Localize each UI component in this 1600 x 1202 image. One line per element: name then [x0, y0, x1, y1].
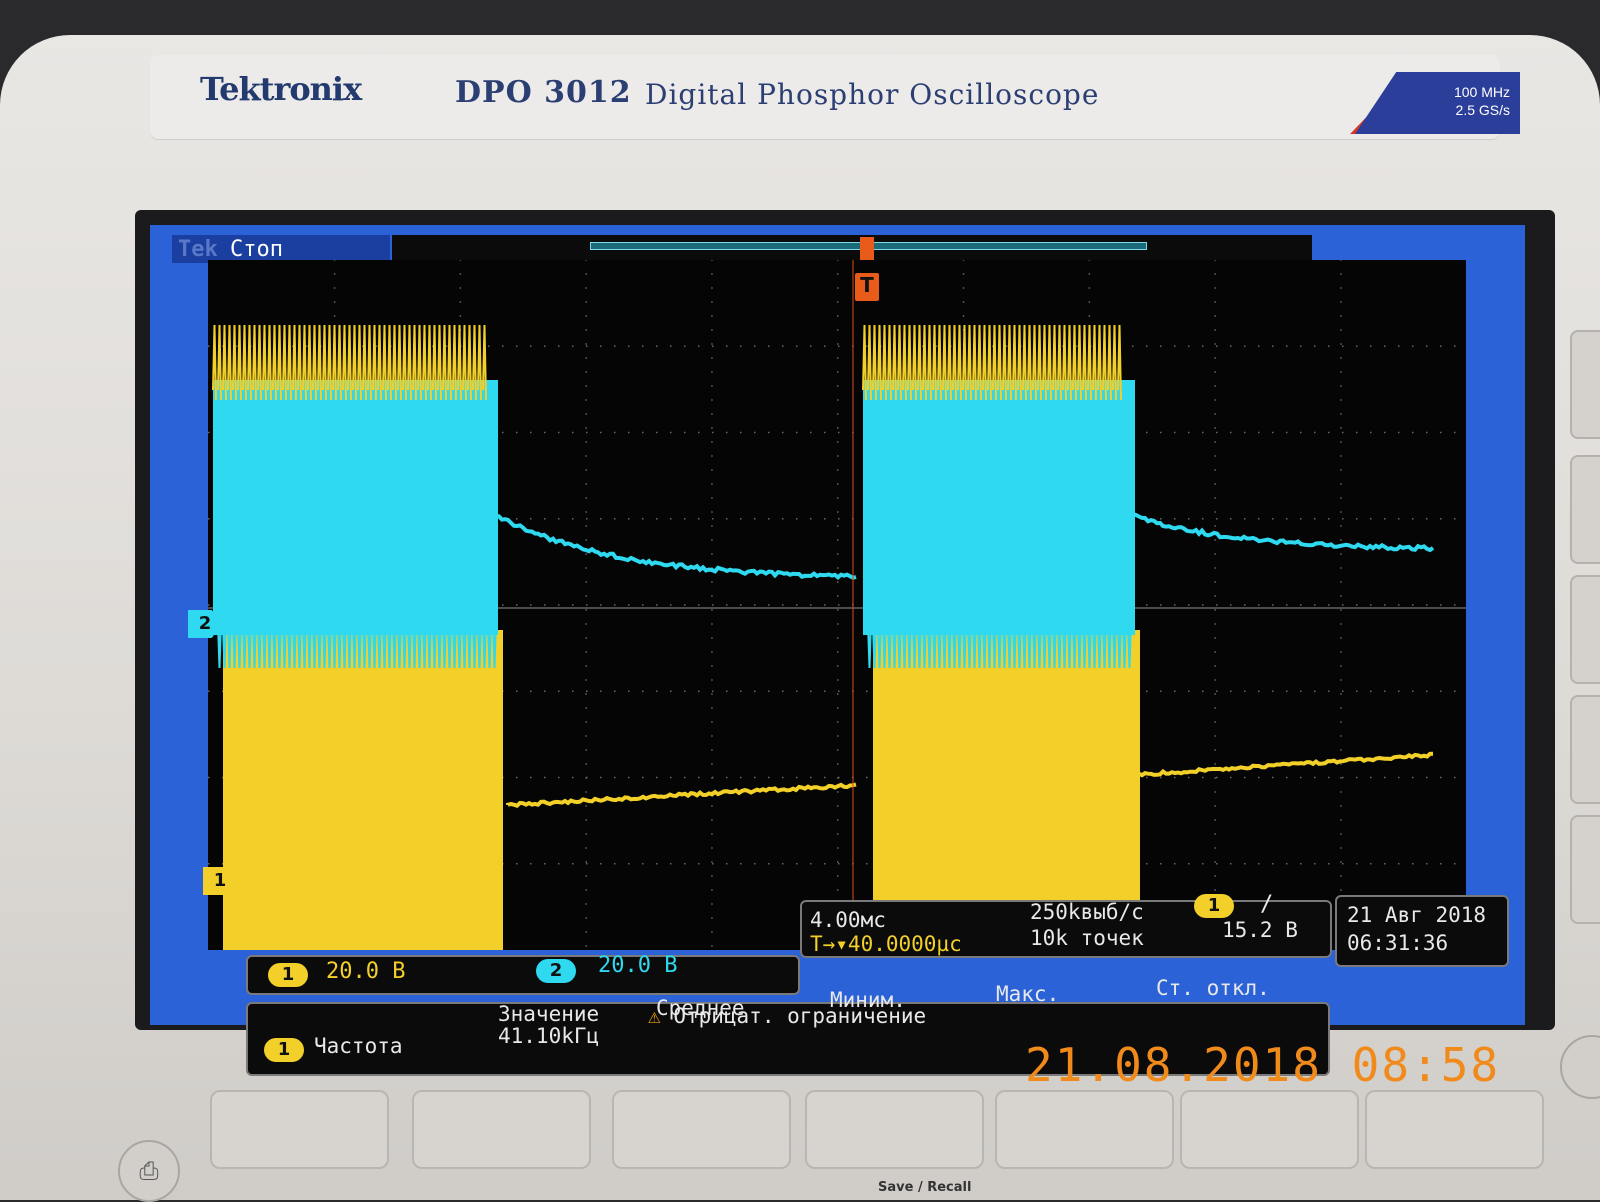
ch2-scale: 20.0 В — [598, 953, 677, 978]
warning-triangle-icon: ⚠ — [648, 1004, 661, 1028]
meas-header-std: Ст. откл. — [1156, 976, 1270, 1000]
trigger-slope-icon: / — [1260, 892, 1273, 917]
ch2-burst-block-1 — [213, 380, 498, 635]
trigger-level: 15.2 В — [1222, 918, 1298, 942]
bottom-bezel-button-3[interactable] — [612, 1090, 791, 1169]
bottom-bezel-button-5[interactable] — [995, 1090, 1174, 1169]
meas-header-value: Значение — [498, 1002, 599, 1026]
side-bezel-button-3[interactable] — [1570, 575, 1600, 684]
record-length: 10k точек — [1030, 926, 1144, 950]
save-recall-label: Save / Recall — [878, 1180, 971, 1195]
scope-datetime: 21 Авг 2018 06:31:36 — [1335, 895, 1509, 967]
print-button[interactable]: ⎙ — [118, 1140, 180, 1202]
side-bezel-button-1[interactable] — [1570, 330, 1600, 439]
meas-warning-text: Отрицат. ограничение — [673, 1004, 926, 1028]
bottom-bezel-button-2[interactable] — [412, 1090, 591, 1169]
ch1-badge: 1 — [268, 963, 308, 987]
meas-value: 41.10kГц — [498, 1024, 599, 1048]
bottom-bezel-button-4[interactable] — [805, 1090, 984, 1169]
bottom-bezel-button-7[interactable] — [1365, 1090, 1544, 1169]
ch2-decay-2 — [1133, 514, 1433, 550]
ch1-off-level-1 — [508, 785, 856, 806]
scope-time: 06:31:36 — [1347, 931, 1448, 955]
scope-date: 21 Авг 2018 — [1347, 903, 1486, 927]
model-description: Digital Phosphor Oscilloscope — [645, 78, 1099, 111]
tek-logo-icon: Tek — [178, 237, 218, 262]
ch1-off-level-2 — [1133, 754, 1433, 776]
brand-logo: Tektronix — [200, 70, 361, 108]
meas-source-badge: 1 — [264, 1038, 304, 1062]
trigger-source-badge: 1 — [1194, 894, 1234, 918]
timebase-readout: 4.00мс T→▾40.0000µс 250kвыб/с 10k точек … — [800, 900, 1332, 958]
model-number: DPO 3012 — [455, 75, 632, 110]
spec-sample-rate: 2.5 GS/s — [1456, 102, 1510, 118]
sample-rate: 250kвыб/с — [1030, 900, 1144, 924]
run-state: Стоп — [230, 237, 283, 262]
trigger-marker-icon: T — [855, 273, 879, 301]
waveform-plot — [208, 260, 1466, 950]
meas-header-max: Макс. — [996, 982, 1059, 1006]
ch1-scale: 20.0 В — [326, 959, 405, 984]
ch2-badge: 2 — [536, 959, 576, 983]
photo-timestamp: 21.08.2018 08:58 — [1025, 1038, 1500, 1092]
side-bezel-button-5[interactable] — [1570, 815, 1600, 924]
acquisition-status: Tek Стоп — [172, 235, 390, 263]
ch2-decay-1 — [496, 515, 856, 578]
trigger-position: T→▾40.0000µс — [810, 932, 962, 956]
spec-bandwidth: 100 MHz — [1454, 84, 1510, 100]
waveform-canvas — [208, 260, 1466, 950]
side-bezel-button-4[interactable] — [1570, 695, 1600, 804]
meas-type: Частота — [314, 1034, 403, 1058]
bottom-bezel-button-6[interactable] — [1180, 1090, 1359, 1169]
channel-readout: 1 20.0 В 2 20.0 В — [246, 955, 800, 995]
time-per-div: 4.00мс — [810, 908, 886, 932]
meas-warning: ⚠ Отрицат. ограничение — [648, 1004, 926, 1028]
ch2-burst-block-2 — [863, 380, 1135, 635]
bottom-bezel-button-1[interactable] — [210, 1090, 389, 1169]
side-bezel-button-2[interactable] — [1570, 455, 1600, 564]
ch1-burst-block-1 — [223, 630, 503, 950]
